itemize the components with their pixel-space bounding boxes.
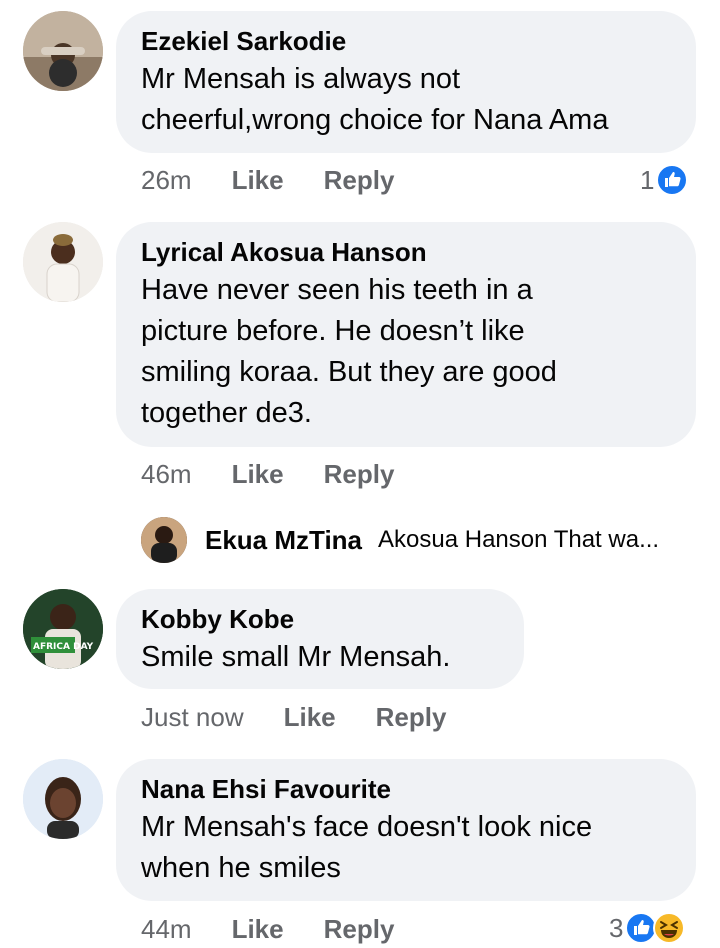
comment-text-line: smiling koraa. But they are good xyxy=(141,356,557,388)
comment-text-line: when he smiles xyxy=(141,852,341,884)
like-button[interactable]: Like xyxy=(232,914,284,945)
reaction-count: 1 xyxy=(640,164,655,195)
comment-text-line: picture before. He doesn’t like xyxy=(141,315,525,347)
comment-time[interactable]: 26m xyxy=(141,165,192,196)
avatar-caption: AFRICA DAY xyxy=(33,642,94,652)
haha-icon xyxy=(653,912,686,944)
comment-text-line: cheerful,wrong choice for Nana Ama xyxy=(141,104,609,136)
comment-text-line: together de3. xyxy=(141,397,312,429)
reaction-count: 3 xyxy=(609,912,624,943)
comment-actions: 46m Like Reply xyxy=(141,459,394,490)
avatar-ekua xyxy=(141,517,187,563)
like-button[interactable]: Like xyxy=(232,459,284,490)
reaction-summary[interactable]: 1 xyxy=(640,164,689,196)
reply-button[interactable]: Reply xyxy=(324,914,395,945)
like-icon xyxy=(656,164,689,196)
comment-text-line: Smile small Mr Mensah. xyxy=(141,641,451,673)
comment-author[interactable]: Kobby Kobe xyxy=(141,603,499,635)
reply-author[interactable]: Ekua MzTina xyxy=(205,525,362,556)
comment-author[interactable]: Ezekiel Sarkodie xyxy=(141,25,671,57)
comment-author[interactable]: Nana Ehsi Favourite xyxy=(141,773,671,805)
avatar-kobby[interactable]: AFRICA DAY xyxy=(23,589,103,669)
comment-text-line: Have never seen his teeth in a xyxy=(141,274,533,306)
comment-bubble: Lyrical Akosua Hanson Have never seen hi… xyxy=(116,222,696,447)
reply-button[interactable]: Reply xyxy=(376,702,447,733)
reply-button[interactable]: Reply xyxy=(324,165,395,196)
avatar-akosua[interactable] xyxy=(23,222,103,302)
reply-preview[interactable]: Ekua MzTina Akosua Hanson That wa... xyxy=(141,517,659,563)
comment-bubble: Ezekiel Sarkodie Mr Mensah is always not… xyxy=(116,11,696,153)
comment-actions: 44m Like Reply xyxy=(141,914,394,945)
comment-time[interactable]: 44m xyxy=(141,914,192,945)
reply-button[interactable]: Reply xyxy=(324,459,395,490)
like-button[interactable]: Like xyxy=(284,702,336,733)
comment-text-line: Mr Mensah's face doesn't look nice xyxy=(141,811,593,843)
comment-bubble: Nana Ehsi Favourite Mr Mensah's face doe… xyxy=(116,759,696,901)
comment-actions: 26m Like Reply xyxy=(141,165,394,196)
avatar-ezekiel[interactable] xyxy=(23,11,103,91)
avatar-nana-ehsi[interactable] xyxy=(23,759,103,839)
reply-snippet: Akosua Hanson That wa... xyxy=(378,526,660,553)
comment-time[interactable]: Just now xyxy=(141,702,244,733)
comment-author[interactable]: Lyrical Akosua Hanson xyxy=(141,236,671,268)
like-button[interactable]: Like xyxy=(232,165,284,196)
comment-bubble: Kobby Kobe Smile small Mr Mensah. xyxy=(116,589,524,689)
comment-time[interactable]: 46m xyxy=(141,459,192,490)
comment-text-line: Mr Mensah is always not xyxy=(141,63,461,95)
comment-actions: Just now Like Reply xyxy=(141,702,446,733)
reaction-summary[interactable]: 3 xyxy=(609,912,686,944)
